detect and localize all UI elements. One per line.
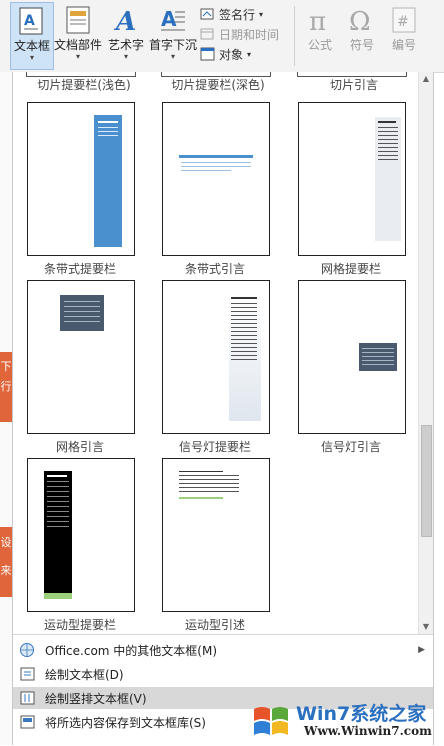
equation-label: 公式 (307, 38, 332, 52)
svg-text:A: A (24, 13, 35, 29)
gallery-top-row: 切片提要栏(浅色) 切片提要栏(深色) 切片引言 (13, 72, 419, 96)
gallery-item-label: 运动型提要栏 (43, 618, 116, 632)
scroll-up-icon[interactable]: ▲ (419, 72, 433, 86)
gallery-item-signal-sidebar[interactable]: 信号灯提要栏 (160, 280, 290, 456)
gallery-item-label: 条带式提要栏 (43, 262, 116, 276)
gallery-item-label: 信号灯引言 (320, 440, 381, 454)
signature-line-button[interactable]: 签名行 ▾ (200, 4, 290, 24)
wordart-button[interactable]: A 艺术字 ▾ (104, 2, 148, 68)
watermark-brand: Win7系统之家 (296, 703, 427, 725)
drop-cap-label: 首字下沉 (148, 38, 197, 52)
gallery-item-grid-sidebar[interactable]: 网格提要栏 (296, 102, 419, 278)
gallery-item-signal-quote[interactable]: 信号灯引言 (296, 280, 419, 456)
thumbnail (27, 458, 135, 612)
equation-button[interactable]: π 公式 (300, 2, 340, 68)
chevron-right-icon: ▶ (418, 645, 425, 655)
object-icon (200, 47, 216, 61)
date-time-button[interactable]: 日期和时间 (200, 24, 290, 44)
save-selection-label: 将所选内容保存到文本框库(S) (45, 715, 206, 730)
textbox-gallery: 切片提要栏(浅色) 切片提要栏(深色) 切片引言 条带式提要栏 条带式引言 网格… (13, 72, 419, 634)
gallery-item-label: 网格提要栏 (320, 262, 381, 276)
vertical-textbox-icon (19, 690, 37, 706)
background-text: 下 (0, 360, 12, 373)
textbox-icon: A (16, 5, 48, 37)
scrollbar-thumb[interactable] (421, 425, 432, 538)
drop-cap-button[interactable]: A 首字下沉 ▾ (148, 2, 198, 68)
signature-icon (200, 7, 216, 21)
textbox-button[interactable]: A 文本框 ▾ (10, 2, 54, 70)
gallery-item-label: 条带式引言 (184, 262, 245, 276)
scroll-down-icon[interactable]: ▼ (419, 620, 433, 634)
svg-text:A: A (161, 7, 177, 31)
svg-text:A: A (113, 7, 136, 36)
gallery-item-label[interactable]: 切片提要栏(深色) (153, 76, 283, 93)
chevron-down-icon: ▾ (247, 49, 252, 59)
gallery-item-sport-quote[interactable]: 运动型引述 (160, 458, 290, 634)
signature-line-label: 签名行 (219, 7, 256, 22)
background-text: 设 (0, 536, 12, 549)
gallery-scrollbar[interactable]: ▲ ▼ (418, 72, 433, 634)
svg-text:#: # (397, 14, 409, 30)
symbol-label: 符号 (349, 38, 374, 52)
gallery-item-label: 信号灯提要栏 (178, 440, 251, 454)
thumbnail (162, 102, 270, 256)
insert-small-group: 签名行 ▾ 日期和时间 对象 ▾ (200, 4, 290, 64)
chevron-down-icon: ▾ (123, 52, 128, 61)
wordart-label: 艺术字 (107, 38, 144, 52)
watermark-url: Www.Winwin7.com (304, 724, 432, 738)
insert-ribbon: A 文本框 ▾ 文档部件 ▾ A 艺术字 ▾ A 首字下沉 ▾ 签名行 ▾ 日期… (0, 0, 444, 73)
gallery-item-banded-quote[interactable]: 条带式引言 (160, 102, 290, 278)
background-text: 来 (0, 564, 12, 577)
draw-textbox-item[interactable]: 绘制文本框(D) (13, 663, 433, 685)
gallery-item-label: 运动型引述 (184, 618, 245, 632)
background-text: 行 (0, 380, 12, 393)
quick-parts-label: 文档部件 (54, 38, 103, 52)
svg-text:Ω: Ω (349, 7, 371, 36)
chevron-down-icon: ▾ (29, 53, 34, 62)
wordart-icon: A (110, 4, 142, 37)
draw-vertical-textbox-label: 绘制竖排文本框(V) (45, 691, 147, 706)
number-icon: # (388, 4, 420, 36)
draw-textbox-label: 绘制文本框(D) (45, 667, 124, 682)
thumbnail (162, 280, 270, 434)
more-textboxes-label: Office.com 中的其他文本框(M) (45, 643, 218, 658)
chevron-down-icon: ▾ (75, 52, 80, 61)
object-button[interactable]: 对象 ▾ (200, 44, 290, 64)
number-label: 编号 (391, 38, 416, 52)
thumbnail (298, 280, 406, 434)
svg-text:π: π (309, 7, 326, 36)
gallery-item-grid-quote[interactable]: 网格引言 (25, 280, 155, 456)
gallery-item-label: 网格引言 (55, 440, 104, 454)
thumbnail (298, 102, 406, 256)
pi-icon: π (304, 4, 336, 37)
gallery-item-label[interactable]: 切片引言 (289, 76, 419, 93)
date-time-label: 日期和时间 (219, 27, 280, 42)
thumbnail (27, 280, 135, 434)
chevron-down-icon: ▾ (259, 9, 264, 19)
number-button[interactable]: # 编号 (384, 2, 424, 68)
more-textboxes-office-item[interactable]: Office.com 中的其他文本框(M) ▶ (13, 639, 433, 661)
windows-logo-icon (254, 707, 288, 735)
gallery-item-sport-sidebar[interactable]: 运动型提要栏 (25, 458, 155, 634)
calendar-icon (200, 27, 216, 41)
textbox-gallery-panel: 切片提要栏(浅色) 切片提要栏(深色) 切片引言 条带式提要栏 条带式引言 网格… (12, 72, 434, 746)
omega-icon: Ω (346, 4, 378, 37)
quick-parts-icon (62, 4, 94, 36)
thumbnail (27, 102, 135, 256)
office-globe-icon (19, 642, 37, 658)
thumbnail (162, 458, 270, 612)
draw-textbox-icon (19, 666, 37, 682)
save-gallery-icon (19, 714, 37, 730)
gallery-item-label[interactable]: 切片提要栏(浅色) (19, 76, 149, 93)
site-watermark: Win7系统之家 Www.Winwin7.com (250, 699, 440, 743)
drop-cap-icon: A (157, 4, 189, 36)
quick-parts-button[interactable]: 文档部件 ▾ (54, 2, 102, 68)
chevron-down-icon: ▾ (170, 52, 175, 61)
symbol-button[interactable]: Ω 符号 (342, 2, 382, 68)
object-label: 对象 (219, 47, 244, 62)
ribbon-separator (294, 6, 295, 66)
gallery-item-banded-sidebar[interactable]: 条带式提要栏 (25, 102, 155, 278)
textbox-label: 文本框 (13, 39, 50, 53)
